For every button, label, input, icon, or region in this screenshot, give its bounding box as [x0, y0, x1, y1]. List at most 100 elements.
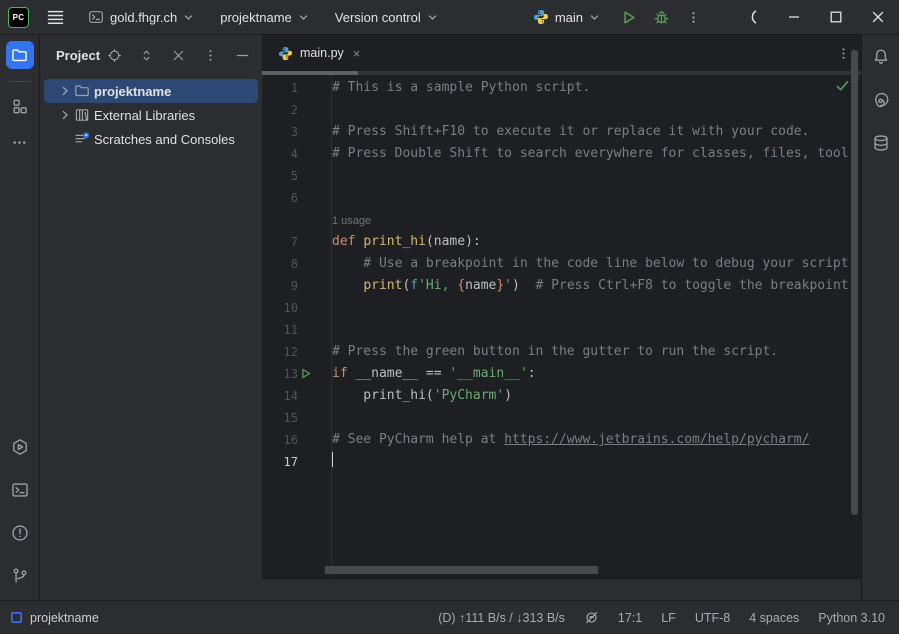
problems-icon — [11, 524, 29, 542]
crescent-button[interactable] — [731, 0, 773, 35]
code-line: print(f'Hi, {name}') # Press Ctrl+F8 to … — [332, 275, 849, 297]
more-vertical-icon — [203, 48, 218, 63]
main-area: Project — [0, 35, 899, 600]
tree-item-label: projektname — [94, 84, 171, 99]
collapse-all-button[interactable] — [169, 46, 188, 65]
inspections-off-icon[interactable] — [584, 610, 599, 625]
caret-position-widget[interactable]: 17:1 — [618, 611, 642, 625]
expand-collapse-button[interactable] — [137, 46, 156, 65]
gutter-row: 8 — [262, 253, 332, 275]
code-line: # Press Shift+F10 to execute it or repla… — [332, 121, 849, 143]
structure-icon — [11, 98, 28, 115]
project-square-icon — [10, 611, 23, 624]
services-tool-button[interactable] — [6, 433, 34, 461]
collapse-all-icon — [171, 48, 186, 63]
problems-tool-button[interactable] — [6, 519, 34, 547]
code-viewport[interactable]: 1234567891011121314151617 # This is a sa… — [262, 75, 861, 600]
gutter-row: 7 — [262, 231, 332, 253]
gutter-row: 1 — [262, 77, 332, 99]
tree-item-projektname[interactable]: projektname — [44, 79, 258, 103]
ai-assistant-button[interactable] — [867, 86, 895, 114]
maximize-icon — [829, 10, 843, 24]
more-actions-button[interactable] — [682, 6, 705, 29]
folder-icon — [11, 47, 28, 64]
project-panel-header: Project — [40, 35, 262, 75]
gutter-row: 11 — [262, 319, 332, 341]
encoding-widget[interactable]: UTF-8 — [695, 611, 730, 625]
locate-file-button[interactable] — [105, 46, 124, 65]
code-line — [332, 187, 849, 209]
remote-host-selector[interactable]: gold.fhgr.ch — [82, 5, 200, 29]
tab-main-py[interactable]: main.py × — [262, 35, 374, 71]
terminal-tool-button[interactable] — [6, 476, 34, 504]
maximize-button[interactable] — [815, 0, 857, 35]
code-line: # Press Double Shift to search everywher… — [332, 143, 849, 165]
gutter-row: 13 — [262, 363, 332, 385]
code-line — [332, 319, 849, 341]
toolbar-divider — [9, 81, 31, 82]
locate-icon — [107, 48, 122, 63]
hide-panel-icon — [235, 48, 250, 63]
status-project-widget[interactable]: projektname — [10, 611, 99, 625]
notifications-button[interactable] — [867, 43, 895, 71]
panel-options-button[interactable] — [201, 46, 220, 65]
gutter-row: 5 — [262, 165, 332, 187]
vcs-selector-label: Version control — [335, 10, 421, 25]
interpreter-widget[interactable]: Python 3.10 — [818, 611, 885, 625]
line-number: 17 — [284, 451, 298, 473]
code-line — [332, 407, 849, 429]
git-branch-icon — [11, 567, 29, 585]
code-line: def print_hi(name): — [332, 231, 849, 253]
minimize-button[interactable] — [773, 0, 815, 35]
line-number: 5 — [291, 165, 298, 187]
status-project-label: projektname — [30, 611, 99, 625]
tree-item-external-libraries[interactable]: External Libraries — [44, 103, 258, 127]
run-icon — [620, 9, 637, 26]
code-line: # See PyCharm help at https://www.jetbra… — [332, 429, 849, 451]
tab-options-button[interactable] — [836, 46, 851, 61]
line-number: 1 — [291, 77, 298, 99]
database-icon — [872, 134, 890, 152]
vertical-scrollbar[interactable] — [851, 50, 858, 515]
tab-close-icon[interactable]: × — [351, 45, 363, 62]
run-button[interactable] — [616, 5, 641, 30]
chevron-right-icon[interactable] — [56, 109, 74, 121]
pycharm-logo-text: PC — [13, 13, 25, 22]
title-bar: PC gold.fhgr.ch projektname — [0, 0, 899, 35]
inspections-passed-icon[interactable] — [836, 80, 849, 92]
indent-widget[interactable]: 4 spaces — [749, 611, 799, 625]
structure-tool-button[interactable] — [6, 92, 34, 120]
tree-item-label: Scratches and Consoles — [94, 132, 235, 147]
chevron-right-icon[interactable] — [56, 85, 74, 97]
main-menu-button[interactable] — [43, 5, 68, 30]
pycharm-window: PC gold.fhgr.ch projektname — [0, 0, 899, 634]
editor-tab-bar: main.py × — [262, 35, 861, 71]
gutter-row: 9 — [262, 275, 332, 297]
project-selector[interactable]: projektname — [214, 6, 315, 29]
remote-host-label: gold.fhgr.ch — [110, 10, 177, 25]
horizontal-scrollbar[interactable] — [325, 566, 598, 574]
close-button[interactable] — [857, 0, 899, 35]
minimize-icon — [787, 10, 801, 24]
usages-inlay-hint[interactable]: 1 usage — [332, 209, 849, 231]
tree-item-scratches-and-consoles[interactable]: Scratches and Consoles — [44, 127, 258, 151]
gutter-row: 12 — [262, 341, 332, 363]
vcs-selector[interactable]: Version control — [329, 6, 444, 29]
more-tool-windows-button[interactable] — [6, 128, 34, 156]
run-configuration-selector[interactable]: main — [525, 5, 608, 29]
gutter-row: 6 — [262, 187, 332, 209]
debug-button[interactable] — [649, 5, 674, 30]
run-line-icon[interactable] — [299, 367, 312, 380]
line-separator-widget[interactable]: LF — [661, 611, 676, 625]
project-tool-button[interactable] — [6, 41, 34, 69]
notifications-bell-icon — [872, 48, 890, 66]
terminal-icon — [88, 9, 104, 25]
database-button[interactable] — [867, 129, 895, 157]
hide-panel-button[interactable] — [233, 46, 252, 65]
network-speed-widget[interactable]: (D) ↑111 B/s / ↓313 B/s — [438, 611, 565, 625]
editor-area: main.py × 1234567891011121314151617 # Th… — [262, 35, 861, 600]
version-control-tool-button[interactable] — [6, 562, 34, 590]
gutter-row: 14 — [262, 385, 332, 407]
services-icon — [11, 438, 29, 456]
project-panel: Project — [40, 35, 262, 600]
